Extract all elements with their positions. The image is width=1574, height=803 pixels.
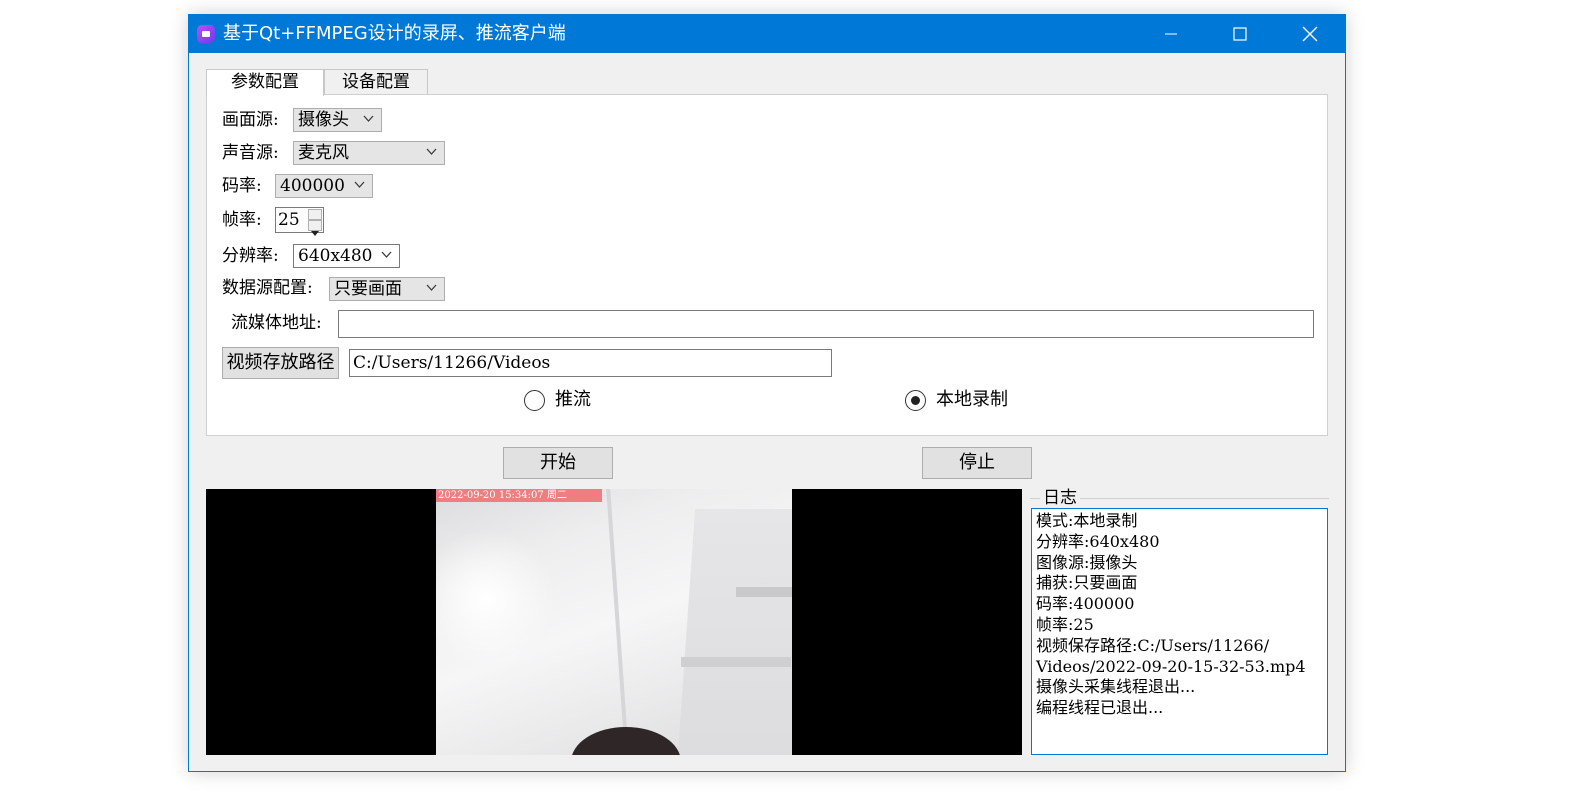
stop-button[interactable]: 停止 <box>922 447 1032 479</box>
radio-circle <box>905 390 926 411</box>
spin-up-button[interactable] <box>308 209 322 225</box>
stream-url-input[interactable] <box>338 310 1314 338</box>
spin-down-button[interactable] <box>308 220 322 236</box>
radio-push-stream-label: 推流 <box>555 389 591 410</box>
framerate-value: 25 <box>278 210 300 230</box>
tab-params[interactable]: 参数配置 <box>206 69 324 96</box>
audio-source-combo[interactable]: 麦克风 <box>293 141 445 165</box>
close-button[interactable] <box>1280 15 1340 53</box>
chevron-down-icon <box>354 181 365 188</box>
data-source-label: 数据源配置: <box>222 278 313 298</box>
log-line: 模式:本地录制 <box>1036 511 1138 530</box>
data-source-value: 只要画面 <box>334 279 402 299</box>
log-line: Videos/2022-09-20-15-32-53.mp4 <box>1036 656 1306 676</box>
framerate-label: 帧率: <box>222 210 262 230</box>
video-source-value: 摄像头 <box>298 110 349 130</box>
chevron-down-icon <box>381 251 392 258</box>
framerate-spinbox[interactable]: 25 <box>275 207 324 236</box>
preview-timestamp: 2022-09-20 15:34:07 周二 <box>436 489 602 502</box>
resolution-value: 640x480 <box>298 246 373 266</box>
video-source-label: 画面源: <box>222 110 279 130</box>
maximize-button[interactable] <box>1210 15 1270 53</box>
triangle-down-icon <box>311 231 319 236</box>
bitrate-value: 400000 <box>280 176 345 196</box>
chevron-down-icon <box>426 148 437 155</box>
log-line: 摄像头采集线程退出... <box>1036 677 1196 697</box>
app-icon <box>197 25 215 43</box>
stream-url-label: 流媒体地址: <box>231 313 322 333</box>
save-path-input[interactable]: C:/Users/11266/Videos <box>349 349 832 377</box>
log-line: 捕获:只要画面 <box>1036 573 1138 593</box>
minimize-icon <box>1165 33 1177 35</box>
resolution-label: 分辨率: <box>222 246 279 266</box>
radio-local-record[interactable]: 本地录制 <box>905 389 1045 413</box>
title-bar[interactable]: 基于Qt+FFMPEG设计的录屏、推流客户端 <box>189 15 1345 53</box>
log-title: 日志 <box>1040 487 1080 509</box>
camera-frame: 2022-09-20 15:34:07 周二 <box>436 489 792 755</box>
log-line: 分辨率:640x480 <box>1036 531 1160 551</box>
log-textbox[interactable]: 模式:本地录制 分辨率:640x480 图像源:摄像头 捕获:只要画面 码率:4… <box>1031 508 1328 755</box>
minimize-button[interactable] <box>1141 15 1201 53</box>
bitrate-combo[interactable]: 400000 <box>275 174 373 198</box>
log-line: 图像源:摄像头 <box>1036 552 1138 572</box>
params-panel: 画面源: 摄像头 声音源: 麦克风 码率: 400000 帧率: 25 分辨率:… <box>206 94 1328 436</box>
main-window: 基于Qt+FFMPEG设计的录屏、推流客户端 参数配置 设备配置 画面源: 摄像… <box>188 14 1346 772</box>
radio-push-stream[interactable]: 推流 <box>524 389 624 413</box>
radio-circle <box>524 390 545 411</box>
bitrate-label: 码率: <box>222 176 262 196</box>
start-button[interactable]: 开始 <box>503 447 613 479</box>
close-icon <box>1302 26 1318 42</box>
save-path-button[interactable]: 视频存放路径 <box>222 347 339 379</box>
chevron-down-icon <box>363 115 374 122</box>
radio-selected-dot <box>911 396 920 405</box>
video-preview: 2022-09-20 15:34:07 周二 <box>206 489 1022 755</box>
tab-devices[interactable]: 设备配置 <box>324 69 428 95</box>
resolution-combo[interactable]: 640x480 <box>293 244 400 268</box>
log-line: 编程线程已退出... <box>1036 698 1164 718</box>
chevron-down-icon <box>426 284 437 291</box>
log-line: 帧率:25 <box>1036 614 1094 634</box>
audio-source-label: 声音源: <box>222 143 279 163</box>
maximize-icon <box>1233 27 1247 41</box>
data-source-combo[interactable]: 只要画面 <box>329 277 445 301</box>
log-line: 视频保存路径:C:/Users/11266/ <box>1036 635 1270 655</box>
audio-source-value: 麦克风 <box>298 143 349 163</box>
window-title: 基于Qt+FFMPEG设计的录屏、推流客户端 <box>223 23 566 44</box>
log-line: 码率:400000 <box>1036 594 1135 614</box>
radio-local-record-label: 本地录制 <box>936 389 1008 410</box>
video-source-combo[interactable]: 摄像头 <box>293 108 382 132</box>
